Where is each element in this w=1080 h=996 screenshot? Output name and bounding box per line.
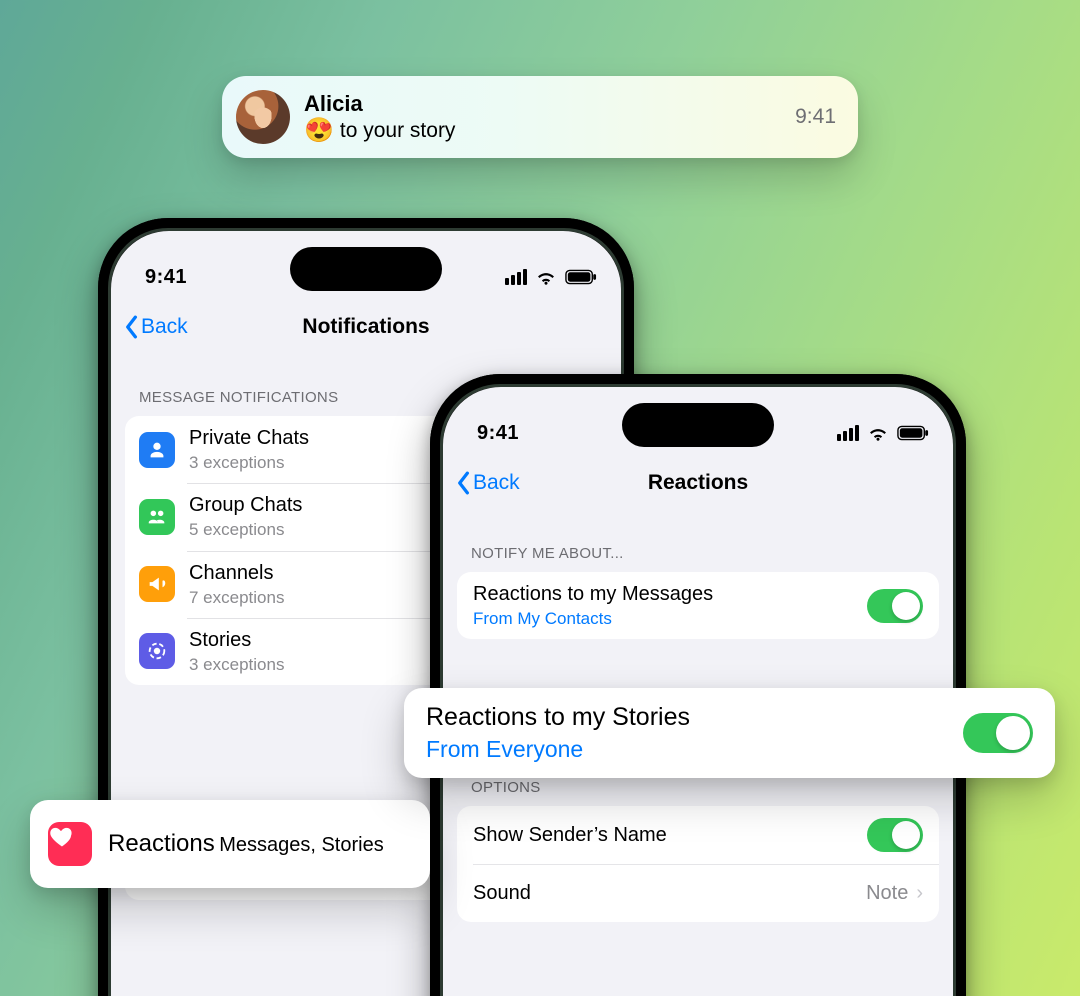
float-sub: From Everyone (426, 735, 690, 765)
banner-time: 9:41 (795, 105, 836, 129)
row-label: Stories (189, 628, 284, 653)
row-value: Note (866, 882, 908, 905)
status-bar: 9:41 (111, 231, 621, 297)
row-sub: 3 exceptions (189, 654, 284, 675)
banner-message: 😍 to your story (304, 119, 455, 143)
row-sub: 5 exceptions (189, 519, 302, 540)
row-sub: From My Contacts (473, 608, 867, 629)
phone-right: 9:41 Back Reactions NOTIFY ME ABOUT... R… (430, 374, 966, 996)
chevron-left-icon (455, 471, 471, 495)
float-sub: Messages, Stories (219, 834, 384, 856)
push-notification-banner: Alicia 😍 to your story 9:41 (222, 76, 858, 158)
nav-bar: Back Reactions (443, 457, 953, 509)
avatar (236, 90, 290, 144)
person-icon (139, 432, 175, 468)
highlight-reactions-stories-row[interactable]: Reactions to my Stories From Everyone (404, 688, 1055, 778)
status-clock: 9:41 (145, 266, 187, 289)
megaphone-icon (139, 566, 175, 602)
float-label: Reactions (108, 830, 215, 857)
status-icons (505, 268, 597, 286)
status-clock: 9:41 (477, 422, 519, 445)
status-bar: 9:41 (443, 387, 953, 453)
back-label: Back (473, 471, 520, 495)
section-header-notify: NOTIFY ME ABOUT... (443, 515, 953, 572)
row-sub: 7 exceptions (189, 587, 284, 608)
battery-icon (897, 425, 929, 441)
heart-eyes-emoji: 😍 (304, 119, 334, 143)
back-button[interactable]: Back (111, 315, 188, 339)
group-icon (139, 499, 175, 535)
status-icons (837, 424, 929, 442)
float-label: Reactions to my Stories (426, 701, 690, 734)
battery-icon (565, 269, 597, 285)
banner-name: Alicia (304, 91, 455, 117)
toggle-reactions-stories[interactable] (963, 713, 1033, 753)
row-label: Sound (473, 882, 866, 905)
row-label: Show Sender’s Name (473, 824, 867, 847)
back-label: Back (141, 315, 188, 339)
row-label: Private Chats (189, 426, 309, 451)
toggle-reactions-messages[interactable] (867, 589, 923, 623)
banner-text: Alicia 😍 to your story (304, 91, 455, 143)
cellular-icon (505, 269, 527, 285)
heart-icon (48, 822, 92, 866)
wifi-icon (867, 424, 889, 442)
row-label: Channels (189, 561, 284, 586)
row-sub: 3 exceptions (189, 452, 309, 473)
row-reactions-messages[interactable]: Reactions to my Messages From My Contact… (457, 572, 939, 639)
banner-message-text: to your story (340, 119, 456, 143)
chevron-right-icon: › (916, 882, 923, 905)
chevron-left-icon (123, 315, 139, 339)
row-show-sender[interactable]: Show Sender’s Name (457, 806, 939, 864)
toggle-show-sender[interactable] (867, 818, 923, 852)
row-label: Group Chats (189, 493, 302, 518)
options-card: Show Sender’s Name Sound Note › (457, 806, 939, 922)
highlight-reactions-row[interactable]: Reactions Messages, Stories (30, 800, 430, 888)
stories-icon (139, 633, 175, 669)
row-sound[interactable]: Sound Note › (457, 864, 939, 922)
nav-bar: Back Notifications (111, 301, 621, 353)
notify-card: Reactions to my Messages From My Contact… (457, 572, 939, 639)
row-label: Reactions to my Messages (473, 582, 867, 607)
cellular-icon (837, 425, 859, 441)
back-button[interactable]: Back (443, 471, 520, 495)
wifi-icon (535, 268, 557, 286)
